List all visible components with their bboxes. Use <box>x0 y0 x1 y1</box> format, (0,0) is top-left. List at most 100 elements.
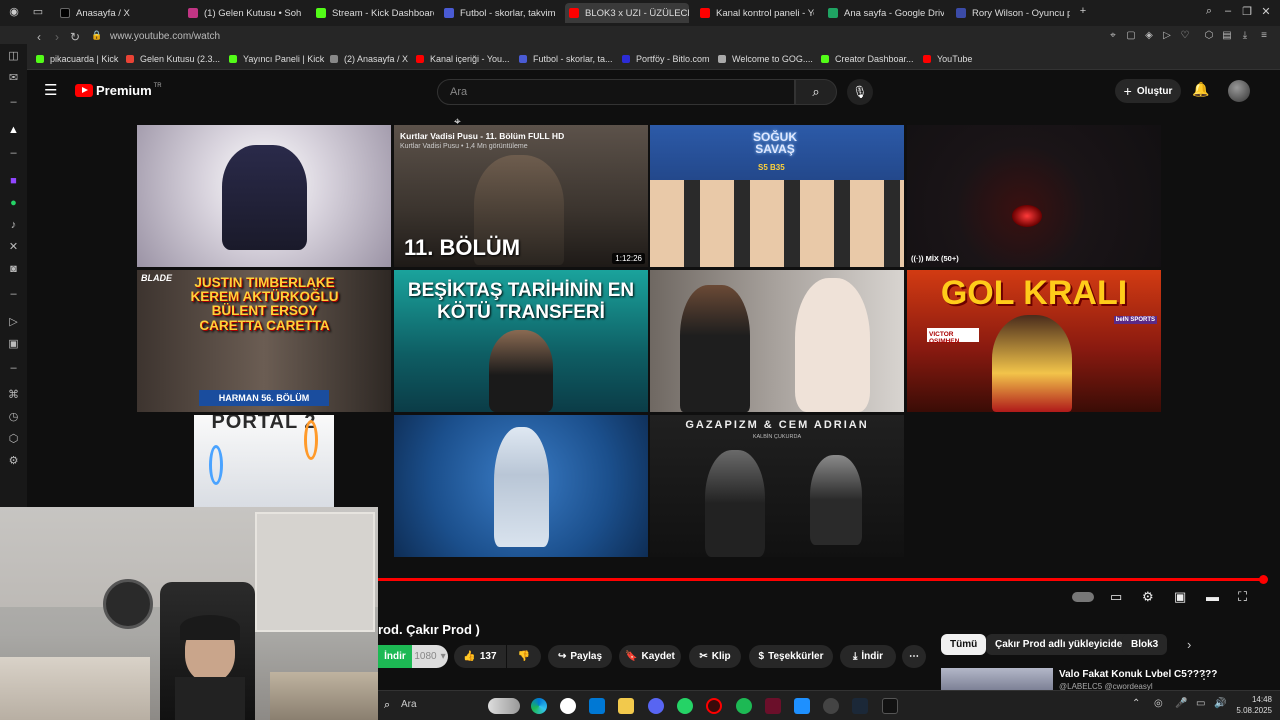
file-explorer-icon[interactable] <box>618 698 634 714</box>
url-field[interactable]: www.youtube.com/watch <box>110 31 220 42</box>
screenshot-icon[interactable]: ▢ <box>1124 30 1138 41</box>
tab-google-drive[interactable]: Ana sayfa - Google Drive <box>824 3 944 23</box>
save-button[interactable]: 🔖 Kaydet <box>619 645 681 668</box>
minimize-icon[interactable]: – <box>1220 5 1236 17</box>
tab-futbol[interactable]: Futbol - skorlar, takvim & <box>440 3 558 23</box>
hamburger-menu-icon[interactable]: ☰ <box>44 81 57 99</box>
tab-rory-wilson[interactable]: Rory Wilson - Oyuncu pro <box>952 3 1070 23</box>
opera-icon[interactable] <box>706 698 722 714</box>
tab-kick-dashboard[interactable]: Stream - Kick Dashboard <box>312 3 434 23</box>
aria-icon[interactable]: ▲ <box>7 124 20 137</box>
messenger-icon[interactable]: ✉ <box>7 72 20 85</box>
chatgpt-icon[interactable] <box>560 698 576 714</box>
bookmark-item[interactable]: Portföy - Bitlo.com <box>622 54 710 64</box>
bookmark-item[interactable]: Futbol - skorlar, ta... <box>519 54 613 64</box>
progress-scrubber[interactable] <box>1259 575 1268 584</box>
video-thumbnail[interactable]: SOĞUK SAVAŞ S5 B35 <box>650 125 904 267</box>
notifications-bell-icon[interactable]: 🔔 <box>1192 81 1209 98</box>
video-thumbnail[interactable]: GAZAPIZM & CEM ADRIAN KALBİN ÇUKURDA <box>650 415 904 557</box>
whatsapp-icon[interactable] <box>677 698 693 714</box>
theater-mode-icon[interactable]: ▬ <box>1206 589 1219 604</box>
pinboard-icon[interactable]: ⌘ <box>7 389 20 402</box>
video-thumbnail[interactable]: PORTAL 2 <box>194 415 334 507</box>
voice-search-button[interactable]: 🎙 <box>847 79 873 105</box>
tab-x[interactable]: Anasayfa / X <box>56 3 181 23</box>
bookmark-item[interactable]: Gelen Kutusu (2.3... <box>126 54 220 64</box>
bookmark-item[interactable]: Creator Dashboar... <box>821 54 914 64</box>
epic-games-icon[interactable] <box>882 698 898 714</box>
autoplay-toggle[interactable] <box>1072 592 1094 602</box>
more-actions-button[interactable]: ⋯ <box>902 645 926 668</box>
dislike-button[interactable]: 👎 <box>507 645 541 668</box>
bookmark-add-icon[interactable]: ⌖ <box>1106 30 1120 41</box>
spotify-icon[interactable] <box>736 698 752 714</box>
settings-gear-icon[interactable]: ⚙ <box>1142 589 1154 605</box>
history-icon[interactable]: ◷ <box>7 411 20 424</box>
create-button[interactable]: + Oluştur <box>1115 79 1181 103</box>
bookmark-item[interactable]: Kanal içeriği - You... <box>416 54 510 64</box>
settings-icon[interactable]: ⚙ <box>7 455 20 468</box>
chip-all[interactable]: Tümü <box>941 634 987 655</box>
chevron-up-icon[interactable]: ⌃ <box>1132 698 1140 709</box>
youtube-premium-logo[interactable]: Premium TR <box>75 83 162 98</box>
bookmark-item[interactable]: pikacuarda | Kick <box>36 54 118 64</box>
video-thumbnail[interactable]: BEŞİKTAŞ TARİHİNİN EN KÖTÜ TRANSFERİ <box>394 270 648 412</box>
volume-icon[interactable]: 🔊 <box>1214 698 1226 709</box>
video-thumbnail[interactable]: Kurtlar Vadisi Pusu - 11. Bölüm FULL HD … <box>394 125 648 267</box>
bookmark-item[interactable]: Welcome to GOG.... <box>718 54 813 64</box>
extensions-icon[interactable]: ⬡ <box>1202 30 1216 41</box>
quality-select[interactable]: 1080 ▾ <box>412 645 448 668</box>
thanks-button[interactable]: $ Teşekkürler <box>749 645 833 668</box>
download-button[interactable]: İndir <box>378 645 412 668</box>
network-icon[interactable]: ▭ <box>1196 698 1205 709</box>
app-icon[interactable] <box>794 698 810 714</box>
new-tab-button[interactable]: + <box>1075 5 1091 17</box>
wallet-icon[interactable]: ▤ <box>1220 30 1234 41</box>
video-thumbnail[interactable] <box>650 270 904 412</box>
related-video-thumbnail[interactable] <box>941 668 1053 690</box>
edge-icon[interactable] <box>531 698 547 714</box>
tab-youtube-studio[interactable]: Kanal kontrol paneli - You <box>696 3 814 23</box>
x-logo-icon[interactable]: ✕ <box>7 241 20 254</box>
discord-icon[interactable]: ◙ <box>7 263 20 276</box>
maximize-icon[interactable]: ❐ <box>1239 5 1255 18</box>
tab-instagram[interactable]: (1) Gelen Kutusu • Sohbe <box>184 3 302 23</box>
back-icon[interactable]: ‹ <box>32 30 46 44</box>
extensions-icon[interactable]: ⬡ <box>7 433 20 446</box>
tab-blok3-youtube[interactable]: BLOK3 x UZI - ÜZÜLECEK <box>565 3 689 23</box>
valorant-icon[interactable] <box>765 698 781 714</box>
clock-date[interactable]: 5.08.2025 <box>1226 706 1272 715</box>
video-thumbnail[interactable]: GOL KRALI VICTOR OSIMHEN beIN SPORTS <box>907 270 1161 412</box>
fullscreen-icon[interactable]: ⛶ <box>1238 589 1247 605</box>
twitch-icon[interactable]: ■ <box>7 175 20 188</box>
obs-icon[interactable] <box>823 698 839 714</box>
search-input[interactable]: Ara <box>437 79 795 105</box>
avatar[interactable] <box>1228 80 1250 102</box>
related-video-title[interactable]: Valo Fakat Konuk Lvbel C5????? <box>1059 669 1217 680</box>
steam-icon[interactable] <box>852 698 868 714</box>
player-icon[interactable]: ▷ <box>1160 30 1174 41</box>
taskbar-search-input[interactable]: Ara <box>401 699 417 710</box>
clock-time[interactable]: 14:48 <box>1238 695 1272 704</box>
more-vert-icon[interactable]: ⋮ <box>1198 668 1210 682</box>
player-icon[interactable]: ▷ <box>7 316 20 329</box>
bookmark-item[interactable]: (2) Anasayfa / X <box>330 54 408 64</box>
like-button[interactable]: 👍 137 <box>454 645 506 668</box>
menu-icon[interactable]: ≡ <box>1257 30 1271 41</box>
whatsapp-icon[interactable]: ● <box>7 197 20 210</box>
widgets-icon[interactable] <box>488 698 520 714</box>
workspaces-icon[interactable]: ▭ <box>30 5 46 18</box>
close-icon[interactable]: ✕ <box>1258 5 1274 18</box>
microphone-icon[interactable]: 🎤 <box>1175 698 1187 709</box>
download-video-button[interactable]: ⤓ İndir <box>840 645 896 668</box>
wallet-icon[interactable]: ▣ <box>7 338 20 351</box>
tray-app-icon[interactable]: ◎ <box>1154 698 1163 709</box>
discord-icon[interactable] <box>648 698 664 714</box>
video-thumbnail[interactable]: BLADE JUSTIN TIMBERLAKE KEREM AKTÜRKOĞLU… <box>137 270 391 412</box>
video-progress-bar[interactable] <box>378 578 1265 581</box>
share-button[interactable]: ↪ Paylaş <box>548 645 612 668</box>
pin-icon[interactable]: ◫ <box>7 50 20 63</box>
video-thumbnail[interactable] <box>137 125 391 267</box>
chip-blok3[interactable]: Blok3 <box>1122 634 1168 655</box>
reload-icon[interactable]: ↻ <box>68 30 82 44</box>
